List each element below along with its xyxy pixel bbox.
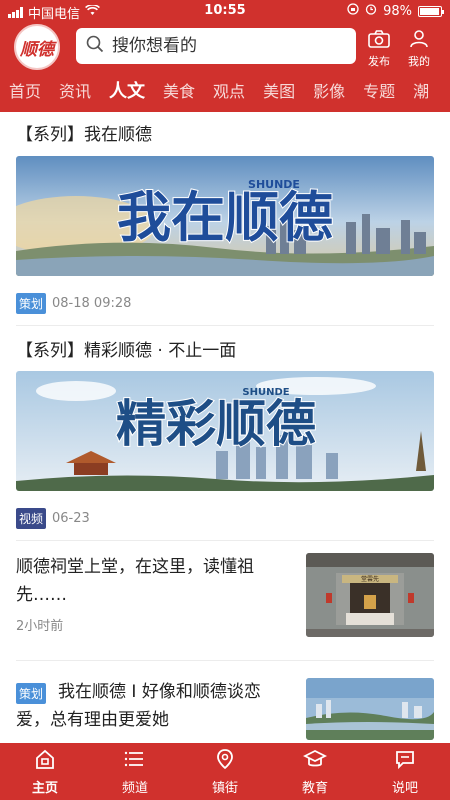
tab-talk-label: 说吧 [391,780,418,796]
tab-towns-label: 镇街 [211,780,238,796]
search-input[interactable] [112,36,332,56]
article-title[interactable]: 我在顺德 I 好像和顺德谈恋爱，总有理由更爱她 [16,678,284,734]
tab-home[interactable]: 首页 [0,76,50,108]
article-thumbnail[interactable]: 堂雲先 [306,553,434,637]
publish-label: 发布 [368,55,390,68]
user-icon [409,30,429,51]
logo-text: 顺德 [20,39,54,60]
banner-headline: 我在顺德 [117,186,333,249]
tab-video[interactable]: 影像 [304,76,354,108]
mine-label: 我的 [408,55,430,68]
mine-button[interactable]: 我的 [408,30,430,69]
bottom-tab-bar: 主页 频道 镇街 教育 说吧 [0,743,450,800]
tab-channels-label: 频道 [121,780,148,796]
divider [16,540,434,541]
list-icon [124,748,146,774]
article-time: 06-23 [52,511,90,526]
thumb-sign-text: 堂雲先 [361,575,379,583]
banner-subtext: SHUNDE [248,178,300,191]
article-banner[interactable]: 我在顺德 SHUNDE [16,156,434,276]
tab-education-label: 教育 [301,780,328,796]
rotation-lock-icon [347,3,359,19]
article-time: 2小时前 [16,619,64,634]
article-title[interactable]: 顺德祠堂上堂，在这里，读懂祖先…… [16,553,284,609]
alarm-icon [365,3,377,19]
tab-education[interactable]: 教育 [270,743,360,800]
category-badge: 策划 [16,293,47,314]
publish-button[interactable]: 发布 [368,30,390,69]
app-logo[interactable]: 顺德 [14,24,60,70]
banner-headline: 精彩顺德 [116,395,316,453]
tab-opinion[interactable]: 观点 [204,76,254,108]
tab-main[interactable]: 主页 [0,743,90,800]
article-title[interactable]: 【系列】我在顺德 [16,120,152,145]
app-header: 中国电信 10:55 98% 顺德 发布 [0,0,450,112]
article-title[interactable]: 【系列】精彩顺德 · 不止一面 [16,336,236,361]
channel-tabs: 首页 资讯 人文 美食 观点 美图 影像 专题 潮 [0,76,450,108]
tab-channels[interactable]: 频道 [90,743,180,800]
graduation-cap-icon [302,748,328,774]
battery-percent: 98% [383,3,412,19]
location-pin-icon [214,748,236,774]
tab-photos[interactable]: 美图 [254,76,304,108]
divider [16,325,434,326]
camera-icon [368,30,390,51]
battery-icon [418,5,444,17]
article-banner[interactable]: 精彩顺德 SHUNDE [16,371,434,491]
tab-culture[interactable]: 人文 [100,76,154,108]
tab-more[interactable]: 潮 [404,76,438,108]
tab-news[interactable]: 资讯 [50,76,100,108]
tab-food[interactable]: 美食 [154,76,204,108]
status-bar: 中国电信 10:55 98% [0,0,450,22]
article-meta: 2小时前 [16,615,63,634]
article-meta: 视频 06-23 [16,508,90,529]
article-time: 08-18 09:28 [52,296,132,311]
article-thumbnail[interactable] [306,678,434,740]
article-meta: 策划 08-18 09:28 [16,293,131,314]
tab-topics[interactable]: 专题 [354,76,404,108]
search-icon [86,35,104,57]
divider [16,660,434,661]
search-bar[interactable] [76,28,356,64]
category-badge: 策划 [16,683,47,704]
chat-bubble-icon [394,748,416,774]
home-icon [34,748,56,774]
banner-subtext: SHUNDE [242,387,289,398]
tab-towns[interactable]: 镇街 [180,743,270,800]
category-badge: 视频 [16,508,47,529]
tab-main-label: 主页 [31,780,58,796]
tab-talk[interactable]: 说吧 [360,743,450,800]
